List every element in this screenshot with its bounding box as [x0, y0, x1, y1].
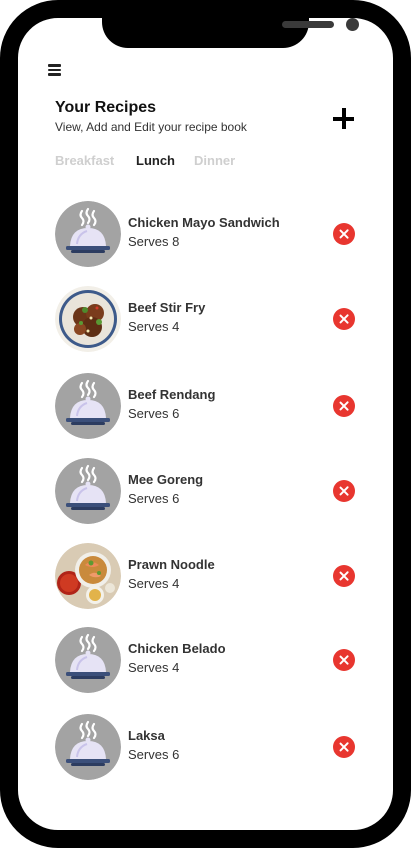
recipe-serves: Serves 4 — [128, 660, 180, 675]
page-subtitle: View, Add and Edit your recipe book — [55, 120, 247, 134]
recipe-photo — [55, 543, 121, 609]
recipe-name: Beef Rendang — [128, 387, 216, 402]
delete-recipe-button[interactable] — [333, 736, 355, 758]
food-cloche-icon — [55, 458, 121, 524]
recipe-name: Laksa — [128, 728, 165, 743]
tab-lunch[interactable]: Lunch — [136, 153, 175, 168]
recipe-name: Prawn Noodle — [128, 557, 215, 572]
food-cloche-icon — [55, 714, 121, 780]
recipe-name: Chicken Mayo Sandwich — [128, 215, 280, 230]
recipe-row[interactable]: Prawn Noodle Serves 4 — [55, 543, 361, 609]
delete-recipe-button[interactable] — [333, 649, 355, 671]
recipe-row[interactable]: Laksa Serves 6 — [55, 714, 361, 780]
food-cloche-icon — [55, 201, 121, 267]
recipe-serves: Serves 6 — [128, 406, 180, 421]
delete-recipe-button[interactable] — [333, 565, 355, 587]
recipe-row[interactable]: Beef Stir Fry Serves 4 — [55, 286, 361, 352]
recipe-photo — [55, 286, 121, 352]
recipe-serves: Serves 8 — [128, 234, 180, 249]
tab-breakfast[interactable]: Breakfast — [55, 153, 114, 168]
recipe-name: Beef Stir Fry — [128, 300, 206, 315]
recipe-row[interactable]: Chicken Belado Serves 4 — [55, 627, 361, 693]
delete-recipe-button[interactable] — [333, 308, 355, 330]
delete-recipe-button[interactable] — [333, 223, 355, 245]
recipe-serves: Serves 4 — [128, 319, 180, 334]
recipe-name: Chicken Belado — [128, 641, 226, 656]
tab-dinner[interactable]: Dinner — [194, 153, 235, 168]
hamburger-menu-icon[interactable] — [48, 64, 61, 76]
add-recipe-button[interactable] — [330, 105, 357, 132]
recipe-serves: Serves 4 — [128, 576, 180, 591]
page-title: Your Recipes — [55, 99, 157, 116]
recipe-row[interactable]: Mee Goreng Serves 6 — [55, 458, 361, 524]
food-cloche-icon — [55, 373, 121, 439]
recipe-serves: Serves 6 — [128, 491, 180, 506]
speaker-grille — [282, 21, 334, 28]
delete-recipe-button[interactable] — [333, 395, 355, 417]
recipe-serves: Serves 6 — [128, 747, 180, 762]
front-camera — [346, 18, 359, 31]
food-cloche-icon — [55, 627, 121, 693]
recipe-row[interactable]: Chicken Mayo Sandwich Serves 8 — [55, 201, 361, 267]
recipe-name: Mee Goreng — [128, 472, 204, 487]
phone-notch — [102, 0, 359, 48]
recipe-row[interactable]: Beef Rendang Serves 6 — [55, 373, 361, 439]
delete-recipe-button[interactable] — [333, 480, 355, 502]
